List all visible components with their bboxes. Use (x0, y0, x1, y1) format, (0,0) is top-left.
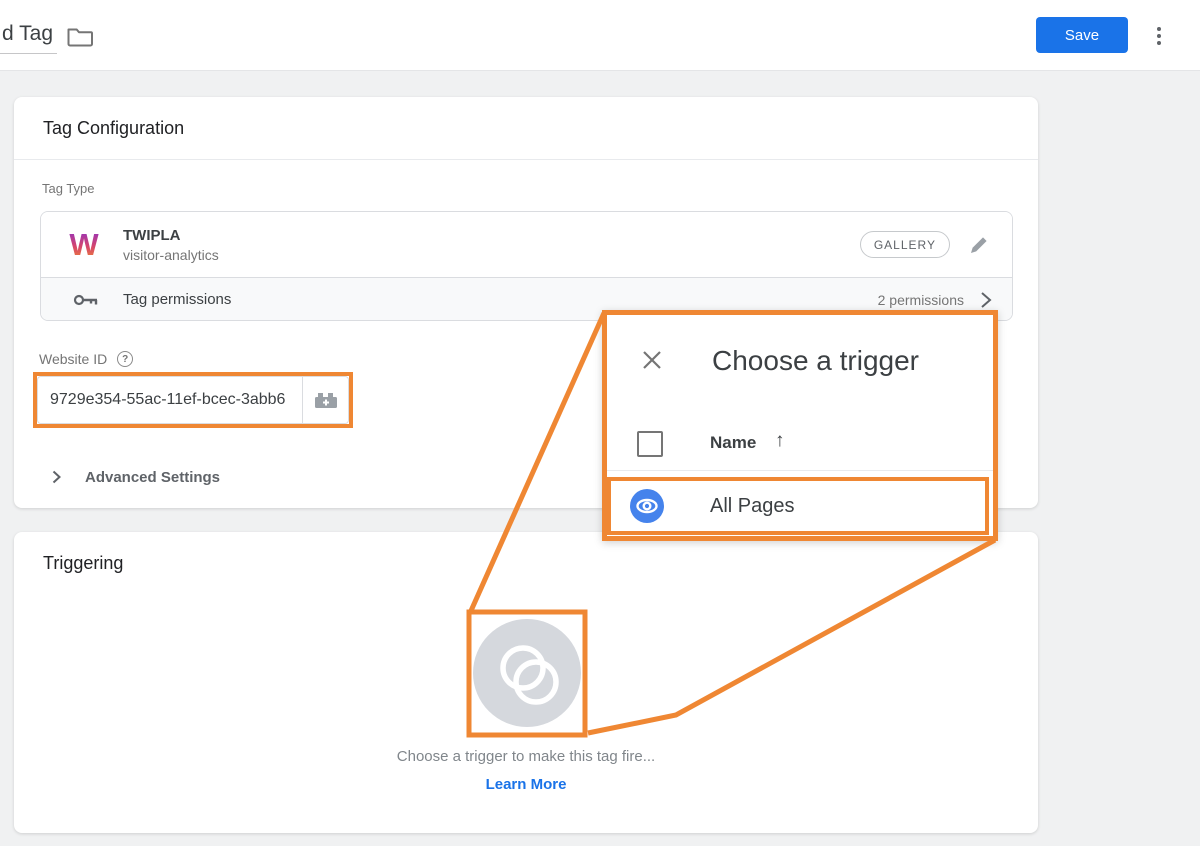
folder-icon[interactable] (66, 24, 94, 50)
sort-ascending-icon[interactable]: ↑ (775, 430, 785, 452)
website-id-input[interactable] (38, 377, 302, 423)
trigger-row-label: All Pages (710, 495, 795, 518)
name-column-header[interactable]: Name (710, 433, 756, 453)
triggering-title: Triggering (14, 532, 1038, 595)
popup-title: Choose a trigger (712, 345, 919, 377)
insert-variable-button[interactable] (302, 377, 348, 423)
popup-divider (607, 470, 993, 471)
tag-name-field[interactable]: d Tag (2, 22, 53, 46)
advanced-settings-label: Advanced Settings (85, 469, 220, 486)
top-bar: d Tag Save (0, 0, 1200, 71)
tag-type-row[interactable]: W TWIPLA visitor-analytics GALLERY (41, 212, 1012, 277)
chevron-right-icon (52, 470, 61, 484)
trigger-venn-icon (473, 619, 581, 727)
tag-type-vendor: visitor-analytics (123, 247, 219, 263)
key-icon (73, 292, 99, 308)
permissions-count: 2 permissions (878, 292, 964, 308)
content-area: Tag Configuration Tag Type W TWIPLA visi… (0, 71, 1200, 846)
learn-more-link[interactable]: Learn More (14, 776, 1038, 793)
gtm-tag-editor: d Tag Save Tag Configuration Tag Type W … (0, 0, 1200, 846)
close-icon[interactable] (640, 348, 664, 372)
edit-pencil-icon[interactable] (968, 234, 990, 256)
help-icon[interactable]: ? (117, 351, 133, 367)
choose-trigger-placeholder[interactable] (473, 619, 581, 727)
trigger-empty-message: Choose a trigger to make this tag fire..… (14, 748, 1038, 765)
annotation-box-website-id (33, 372, 353, 428)
tag-name-underline (0, 53, 57, 54)
select-all-checkbox[interactable] (637, 431, 663, 457)
advanced-settings-toggle[interactable]: Advanced Settings (52, 463, 220, 491)
tag-type-selector: W TWIPLA visitor-analytics GALLERY Tag p… (40, 211, 1013, 321)
triggering-card: Triggering Choose a trigger to make this… (14, 532, 1038, 833)
chevron-right-icon (980, 291, 992, 309)
trigger-row-all-pages[interactable]: All Pages (607, 477, 989, 535)
choose-trigger-popup: Choose a trigger Name ↑ All Pages (602, 310, 998, 541)
gallery-badge[interactable]: GALLERY (860, 231, 950, 258)
more-options-menu-icon[interactable] (1150, 22, 1168, 50)
tag-type-name: TWIPLA (123, 227, 219, 244)
tag-type-label: Tag Type (42, 181, 95, 196)
pageview-trigger-icon (630, 489, 664, 523)
tag-permissions-label: Tag permissions (123, 291, 231, 308)
tag-configuration-title: Tag Configuration (14, 97, 1038, 160)
save-button[interactable]: Save (1036, 17, 1128, 53)
website-id-label: Website ID (39, 351, 107, 367)
twipla-logo: W (69, 228, 99, 262)
variable-brick-icon (314, 390, 338, 410)
